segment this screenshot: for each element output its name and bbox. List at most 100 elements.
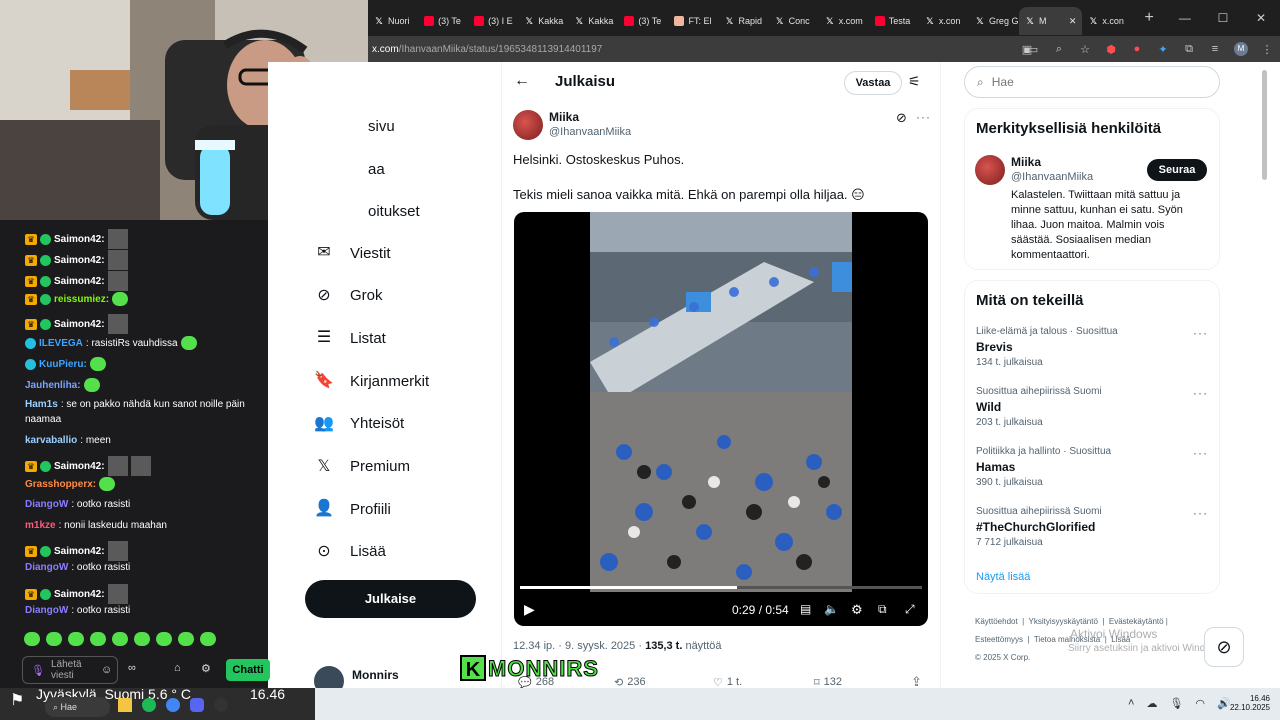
emote-6[interactable] xyxy=(134,632,150,646)
trend-item[interactable]: Suosittua aihepiirissä Suomi #TheChurchGl… xyxy=(976,506,1208,551)
chat-username[interactable]: Saimon42: xyxy=(54,319,105,330)
nav-partial-notifications[interactable]: oitukset xyxy=(368,203,420,220)
chat-username[interactable]: reissumiez: xyxy=(54,294,109,305)
pip-icon[interactable]: ⧉ xyxy=(878,602,887,617)
relevant-avatar[interactable] xyxy=(975,155,1005,185)
trend-item[interactable]: Liike-elämä ja talous · Suosittua Brevis 1… xyxy=(976,326,1208,371)
browser-tab[interactable]: 𝕏x.con xyxy=(919,7,969,35)
browser-tab[interactable]: 𝕏 Kakka xyxy=(518,7,568,35)
grok-fab-icon[interactable]: ⊘ xyxy=(1204,627,1244,667)
emote-2[interactable] xyxy=(46,632,62,646)
discord-icon[interactable] xyxy=(190,698,204,712)
puzzle-icon[interactable]: ⧉ xyxy=(1176,43,1202,56)
tweet-timestamp[interactable]: 12.34 ip. · 9. syysk. 2025 · xyxy=(513,640,645,652)
author-avatar[interactable] xyxy=(513,110,543,140)
nav-partial-home[interactable]: sivu xyxy=(368,118,395,135)
chat-input[interactable]: 🎙 Lähetä viesti ☺ xyxy=(22,656,118,684)
post-button[interactable]: Julkaise xyxy=(305,580,476,618)
author-name[interactable]: Miika xyxy=(549,110,579,124)
media-icon[interactable]: ≡ xyxy=(1202,43,1228,55)
mic-icon[interactable]: 🎙 xyxy=(31,664,45,677)
relevant-name[interactable]: Miika xyxy=(1011,155,1041,169)
chat-username[interactable]: DiangoW xyxy=(25,605,68,616)
chat-username[interactable]: Saimon42: xyxy=(54,589,105,600)
tab-close-icon[interactable]: ✕ xyxy=(1069,16,1077,27)
footer-link-cookies[interactable]: Evästekäytäntö xyxy=(1109,617,1164,626)
tray-wifi-icon[interactable]: ◠ xyxy=(1195,697,1205,710)
chat-username[interactable]: Ham1s xyxy=(25,399,58,410)
url-field[interactable]: x.com/IhanvaanMiika/status/1965348113914… xyxy=(372,44,1020,55)
browser-tab[interactable]: (3) Te xyxy=(618,7,668,35)
extension-red-icon[interactable]: ⬢ xyxy=(1098,43,1124,56)
emote-8[interactable] xyxy=(178,632,194,646)
settings-icon[interactable]: ⚙ xyxy=(851,602,863,618)
cast-icon[interactable]: ▣ xyxy=(1014,43,1040,56)
tray-onedrive-icon[interactable]: ☁ xyxy=(1146,697,1157,710)
video-progress-track[interactable] xyxy=(520,586,922,589)
fullscreen-icon[interactable]: ⤢ xyxy=(905,602,915,617)
trend-more-icon[interactable]: ··· xyxy=(1193,386,1208,400)
chat-send-button[interactable]: Chatti xyxy=(226,659,270,681)
author-handle[interactable]: @IhanvaanMiika xyxy=(549,126,631,138)
chat-settings-icon[interactable]: ⚙ xyxy=(201,662,211,675)
chat-username[interactable]: Saimon42: xyxy=(54,546,105,557)
chat-username[interactable]: KuuPieru: xyxy=(39,359,87,370)
taskbar-search[interactable]: ⌕ Hae xyxy=(45,697,110,717)
chat-username[interactable]: Grasshopperx: xyxy=(25,479,96,490)
sliders-icon[interactable]: ⚟ xyxy=(908,73,921,90)
kebab-menu-icon[interactable]: ⋮ xyxy=(1254,43,1280,56)
emote-7[interactable] xyxy=(156,632,172,646)
nav-item-grok[interactable]: ⊘ Grok xyxy=(314,286,382,306)
emote-5[interactable] xyxy=(112,632,128,646)
footer-link-terms[interactable]: Käyttöehdot xyxy=(975,617,1018,626)
browser-tab[interactable]: (3) Te xyxy=(418,7,468,35)
chat-username[interactable]: DiangoW xyxy=(25,499,68,510)
trend-more-icon[interactable]: ··· xyxy=(1193,506,1208,520)
chat-username[interactable]: karvaballio xyxy=(25,435,77,446)
page-scrollbar[interactable] xyxy=(1262,70,1267,180)
emote-9[interactable] xyxy=(200,632,216,646)
extension-blue-icon[interactable]: ✦ xyxy=(1150,43,1176,56)
chat-username[interactable]: DiangoW xyxy=(25,562,68,573)
zoom-icon[interactable]: ⌕ xyxy=(1046,43,1072,56)
nav-item-listat[interactable]: ☰ Listat xyxy=(314,328,386,348)
maximize-icon[interactable]: ☐ xyxy=(1204,11,1242,25)
obs-icon[interactable] xyxy=(214,698,228,712)
tray-mic-icon[interactable]: 🎙 xyxy=(1169,697,1183,710)
browser-tab[interactable]: 𝕏x.com xyxy=(819,7,869,35)
nav-item-lisää[interactable]: ⊙ Lisää xyxy=(314,542,386,562)
browser-tab[interactable]: 𝕏 Nuori xyxy=(368,7,418,35)
browser-tab[interactable]: 𝕏 M ✕ xyxy=(1019,7,1083,35)
spotify-icon[interactable] xyxy=(142,698,156,712)
browser-tab[interactable]: Testa xyxy=(869,7,919,35)
nav-item-premium[interactable]: 𝕏 Premium xyxy=(314,457,410,477)
trend-item[interactable]: Suosittua aihepiirissä Suomi Wild 203 t. j… xyxy=(976,386,1208,431)
nav-item-yhteisöt[interactable]: 👥 Yhteisöt xyxy=(314,414,404,434)
browser-tab[interactable]: 𝕏 Conc xyxy=(769,7,819,35)
bits-icon[interactable]: ∞ xyxy=(128,662,136,674)
tweet-more-icon[interactable]: ··· xyxy=(916,110,931,124)
chat-username[interactable]: m1kze xyxy=(25,520,56,531)
emote-3[interactable] xyxy=(68,632,84,646)
chat-username[interactable]: Saimon42: xyxy=(54,461,105,472)
store-icon[interactable]: ⌂ xyxy=(174,662,181,674)
account-name[interactable]: Monnirs xyxy=(352,668,399,682)
play-icon[interactable]: ▶ xyxy=(524,601,535,618)
captions-icon[interactable]: ▤ xyxy=(800,602,811,616)
tweet-video[interactable]: ▶ 0:29 / 0:54 ▤ 🔈 ⚙ ⧉ ⤢ xyxy=(514,212,928,626)
chat-username[interactable]: Saimon42: xyxy=(54,234,105,245)
browser-tab[interactable]: 𝕏 Kakka xyxy=(568,7,618,35)
volume-icon[interactable]: 🔈 xyxy=(824,602,839,616)
minimize-icon[interactable]: — xyxy=(1166,11,1204,25)
footer-link-accessibility[interactable]: Esteettömyys xyxy=(975,635,1023,644)
chat-username[interactable]: Jauhenliha: xyxy=(25,380,81,391)
new-tab-button[interactable]: + xyxy=(1133,9,1166,27)
browser-tab[interactable]: 𝕏 Greg G xyxy=(969,7,1019,35)
relevant-handle[interactable]: @IhanvaanMiika xyxy=(1011,171,1093,183)
star-icon[interactable]: ☆ xyxy=(1072,43,1098,56)
emoji-icon[interactable]: ☺ xyxy=(101,664,112,676)
trend-more-icon[interactable]: ··· xyxy=(1193,446,1208,460)
extension-youtube-icon[interactable]: ● xyxy=(1124,43,1150,55)
back-arrow-icon[interactable]: ← xyxy=(514,72,530,90)
browser-tab[interactable]: 𝕏 Rapid xyxy=(719,7,769,35)
